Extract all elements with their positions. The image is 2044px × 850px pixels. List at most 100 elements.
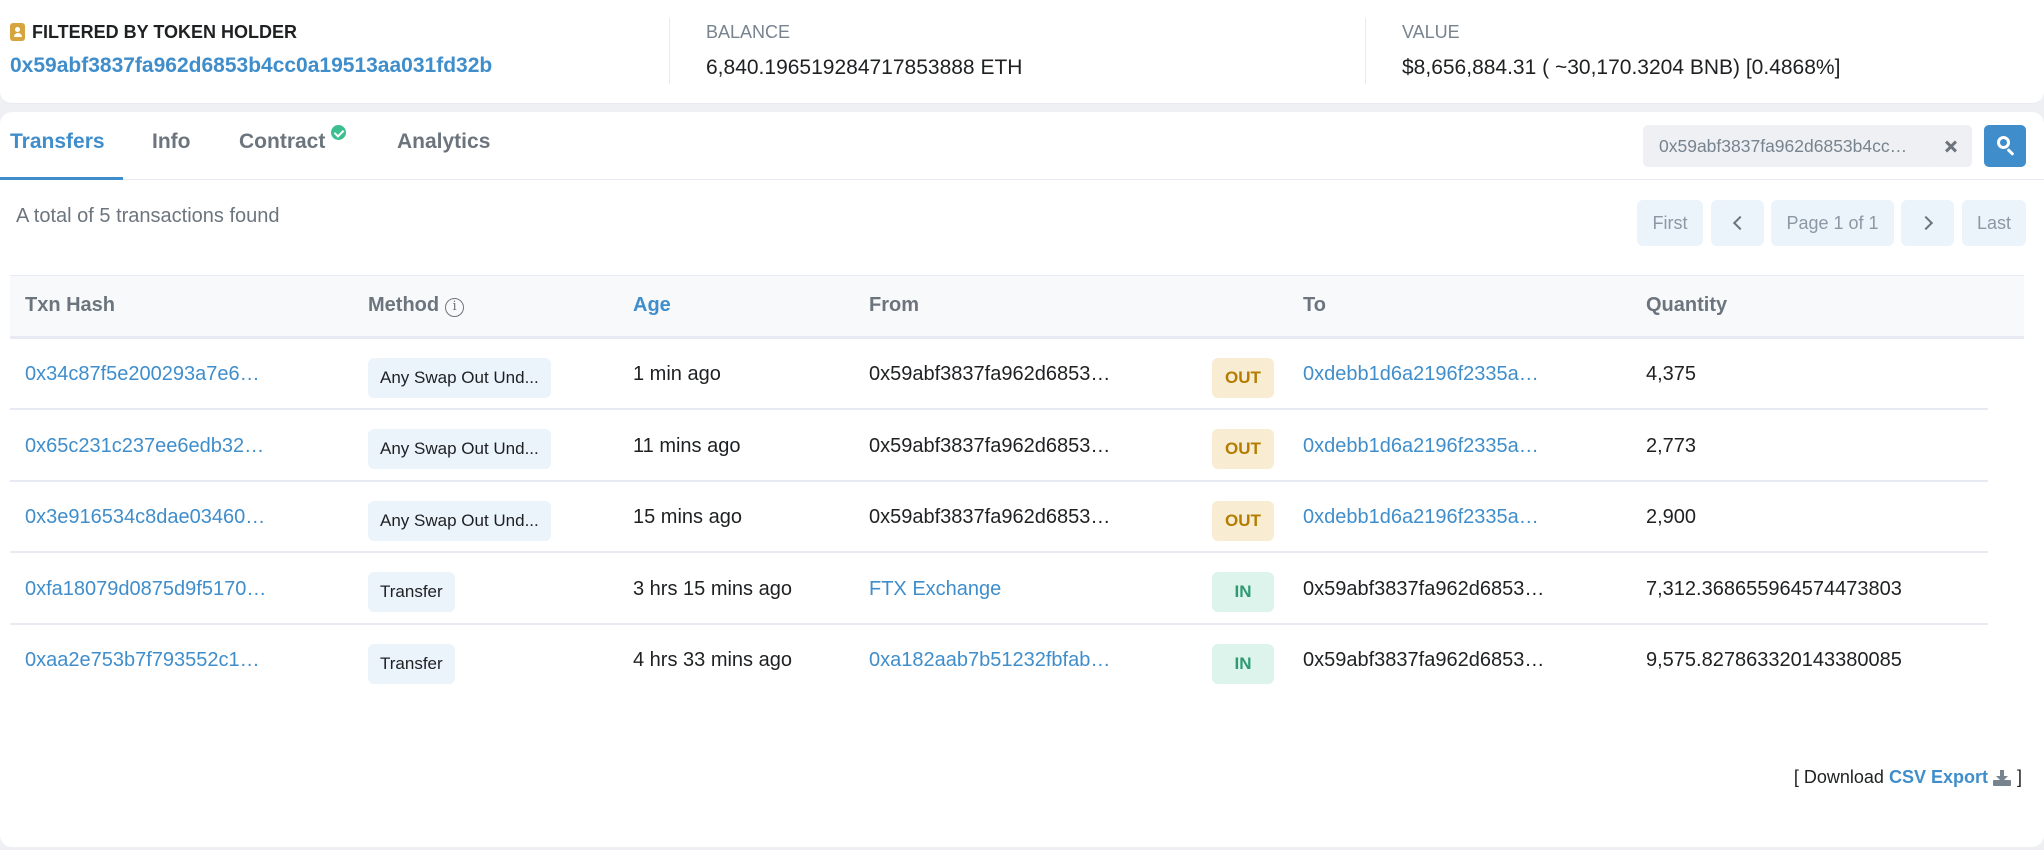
pager-last-button[interactable]: Last: [1962, 200, 2026, 246]
txn-hash-link[interactable]: 0x3e916534c8dae03460…: [25, 506, 265, 529]
csv-export-link[interactable]: CSV Export: [1889, 767, 1988, 788]
header-age[interactable]: Age: [633, 294, 671, 317]
method-badge: Any Swap Out Und...: [368, 357, 551, 398]
address-filter-input[interactable]: [1643, 125, 1931, 167]
pager-page-indicator: Page 1 of 1: [1771, 200, 1894, 246]
age-cell: 3 hrs 15 mins ago: [633, 577, 792, 600]
from-cell: 0xa182aab7b51232fbfab…: [869, 625, 1110, 696]
table-header: Txn Hash Method i Age From To Quantity: [10, 275, 2024, 339]
quantity-cell: 2,773: [1646, 434, 1697, 457]
txn-hash-cell: 0xaa2e753b7f793552c1…: [25, 625, 260, 696]
pager-prev-button[interactable]: [1711, 200, 1764, 246]
tab-contract[interactable]: Contract: [239, 125, 347, 154]
age-cell: 11 mins ago: [633, 434, 741, 457]
value-value: $8,656,884.31 ( ~30,170.3204 BNB) [0.486…: [1402, 56, 1841, 79]
value-label: VALUE: [1402, 22, 1460, 42]
token-holder-summary: FILTERED BY TOKEN HOLDER 0x59abf3837fa96…: [0, 0, 2044, 104]
direction-cell: IN: [1212, 554, 1274, 625]
csv-download: [ Download CSV Export ]: [1794, 767, 2022, 788]
direction-cell: OUT: [1212, 482, 1274, 553]
to-address[interactable]: 0xdebb1d6a2196f2335a…: [1303, 363, 1539, 386]
verified-check-icon: [331, 125, 347, 140]
balance-value: 6,840.196519284717853888 ETH: [706, 56, 1023, 79]
direction-badge: IN: [1212, 643, 1274, 684]
header-quantity: Quantity: [1646, 294, 1728, 316]
from-cell: 0x59abf3837fa962d6853…: [869, 482, 1110, 553]
method-badge: Any Swap Out Und...: [368, 429, 551, 469]
tab-transfers[interactable]: Transfers: [10, 130, 105, 154]
clear-filter-button[interactable]: [1930, 125, 1972, 167]
age-cell: 15 mins ago: [633, 506, 742, 528]
address-book-icon: [10, 23, 25, 41]
info-icon[interactable]: i: [445, 298, 465, 317]
method-badge: Transfer: [368, 643, 455, 684]
to-cell: 0x59abf3837fa962d6853…: [1303, 625, 1544, 696]
header-method: Method i: [368, 294, 465, 317]
to-cell: 0xdebb1d6a2196f2335a…: [1303, 339, 1539, 410]
from-address[interactable]: FTX Exchange: [869, 578, 1001, 601]
chevron-right-icon: [1918, 215, 1933, 231]
to-cell: 0xdebb1d6a2196f2335a…: [1303, 411, 1539, 482]
to-address[interactable]: 0xdebb1d6a2196f2335a…: [1303, 506, 1539, 529]
header-method-label: Method: [368, 294, 440, 316]
from-address[interactable]: 0xa182aab7b51232fbfab…: [869, 649, 1110, 672]
direction-cell: IN: [1212, 625, 1274, 696]
method-cell: Transfer: [368, 554, 455, 625]
header-txn-hash: Txn Hash: [25, 294, 116, 316]
holder-label-row: FILTERED BY TOKEN HOLDER: [10, 18, 669, 46]
txn-hash-cell: 0x34c87f5e200293a7e6…: [25, 339, 260, 410]
to-cell: 0x59abf3837fa962d6853…: [1303, 554, 1544, 625]
tab-bar: Transfers Info Contract Analytics: [0, 112, 2044, 180]
quantity-cell: 4,375: [1646, 363, 1697, 385]
from-address: 0x59abf3837fa962d6853…: [869, 363, 1111, 385]
active-tab-indicator: [0, 177, 123, 180]
chevron-left-icon: [1732, 215, 1747, 231]
txn-hash-cell: 0xfa18079d0875d9f5170…: [25, 554, 266, 625]
txn-hash-link[interactable]: 0x34c87f5e200293a7e6…: [25, 363, 260, 386]
txn-hash-cell: 0x3e916534c8dae03460…: [25, 482, 265, 553]
pager-next-button[interactable]: [1901, 200, 1954, 246]
total-transactions: A total of 5 transactions found: [16, 205, 280, 227]
to-address: 0x59abf3837fa962d6853…: [1303, 577, 1545, 600]
table-row: 0x65c231c237ee6edb32… Any Swap Out Und...…: [10, 411, 1988, 482]
from-cell: FTX Exchange: [869, 554, 1001, 625]
method-cell: Any Swap Out Und...: [368, 339, 551, 410]
direction-badge: OUT: [1212, 500, 1274, 541]
download-icon[interactable]: [1992, 769, 2011, 786]
holder-address-link[interactable]: 0x59abf3837fa962d6853b4cc0a19513aa031fd3…: [10, 54, 492, 78]
txn-hash-cell: 0x65c231c237ee6edb32…: [25, 411, 264, 482]
method-badge: Transfer: [368, 572, 455, 612]
txn-hash-link[interactable]: 0xfa18079d0875d9f5170…: [25, 578, 266, 601]
download-prefix: [ Download: [1793, 767, 1884, 787]
method-cell: Any Swap Out Und...: [368, 411, 551, 482]
header-from: From: [869, 294, 919, 316]
txn-hash-link[interactable]: 0xaa2e753b7f793552c1…: [25, 649, 260, 672]
direction-badge: OUT: [1212, 357, 1274, 398]
address-filter: [1643, 125, 1933, 167]
tab-info[interactable]: Info: [152, 130, 190, 154]
to-address: 0x59abf3837fa962d6853…: [1303, 649, 1545, 671]
tab-contract-label: Contract: [239, 130, 326, 153]
age-cell: 4 hrs 33 mins ago: [633, 649, 792, 671]
quantity-cell: 2,900: [1646, 506, 1697, 528]
from-cell: 0x59abf3837fa962d6853…: [869, 411, 1110, 482]
table-row: 0xaa2e753b7f793552c1… Transfer 4 hrs 33 mi…: [10, 625, 1988, 696]
to-address[interactable]: 0xdebb1d6a2196f2335a…: [1303, 435, 1539, 458]
pager-first-button[interactable]: First: [1637, 200, 1703, 246]
table-row: 0x34c87f5e200293a7e6… Any Swap Out Und...…: [10, 339, 1988, 410]
from-cell: 0x59abf3837fa962d6853…: [869, 339, 1110, 410]
search-button[interactable]: [1984, 125, 2026, 167]
tab-analytics[interactable]: Analytics: [397, 130, 490, 154]
holder-label: FILTERED BY TOKEN HOLDER: [32, 21, 298, 42]
from-address: 0x59abf3837fa962d6853…: [869, 506, 1111, 528]
txn-hash-link[interactable]: 0x65c231c237ee6edb32…: [25, 435, 264, 458]
quantity-cell: 7,312.368655964574473803: [1646, 577, 1902, 600]
method-cell: Transfer: [368, 625, 455, 696]
transfers-card: Transfers Info Contract Analytics A tota…: [0, 112, 2044, 847]
to-cell: 0xdebb1d6a2196f2335a…: [1303, 482, 1539, 553]
holder-section: FILTERED BY TOKEN HOLDER 0x59abf3837fa96…: [10, 18, 670, 84]
header-to: To: [1303, 294, 1326, 316]
value-section: VALUE $8,656,884.31 ( ~30,170.3204 BNB) …: [1402, 18, 2022, 84]
table-row: 0x3e916534c8dae03460… Any Swap Out Und...…: [10, 482, 1988, 553]
direction-badge: OUT: [1212, 429, 1274, 469]
